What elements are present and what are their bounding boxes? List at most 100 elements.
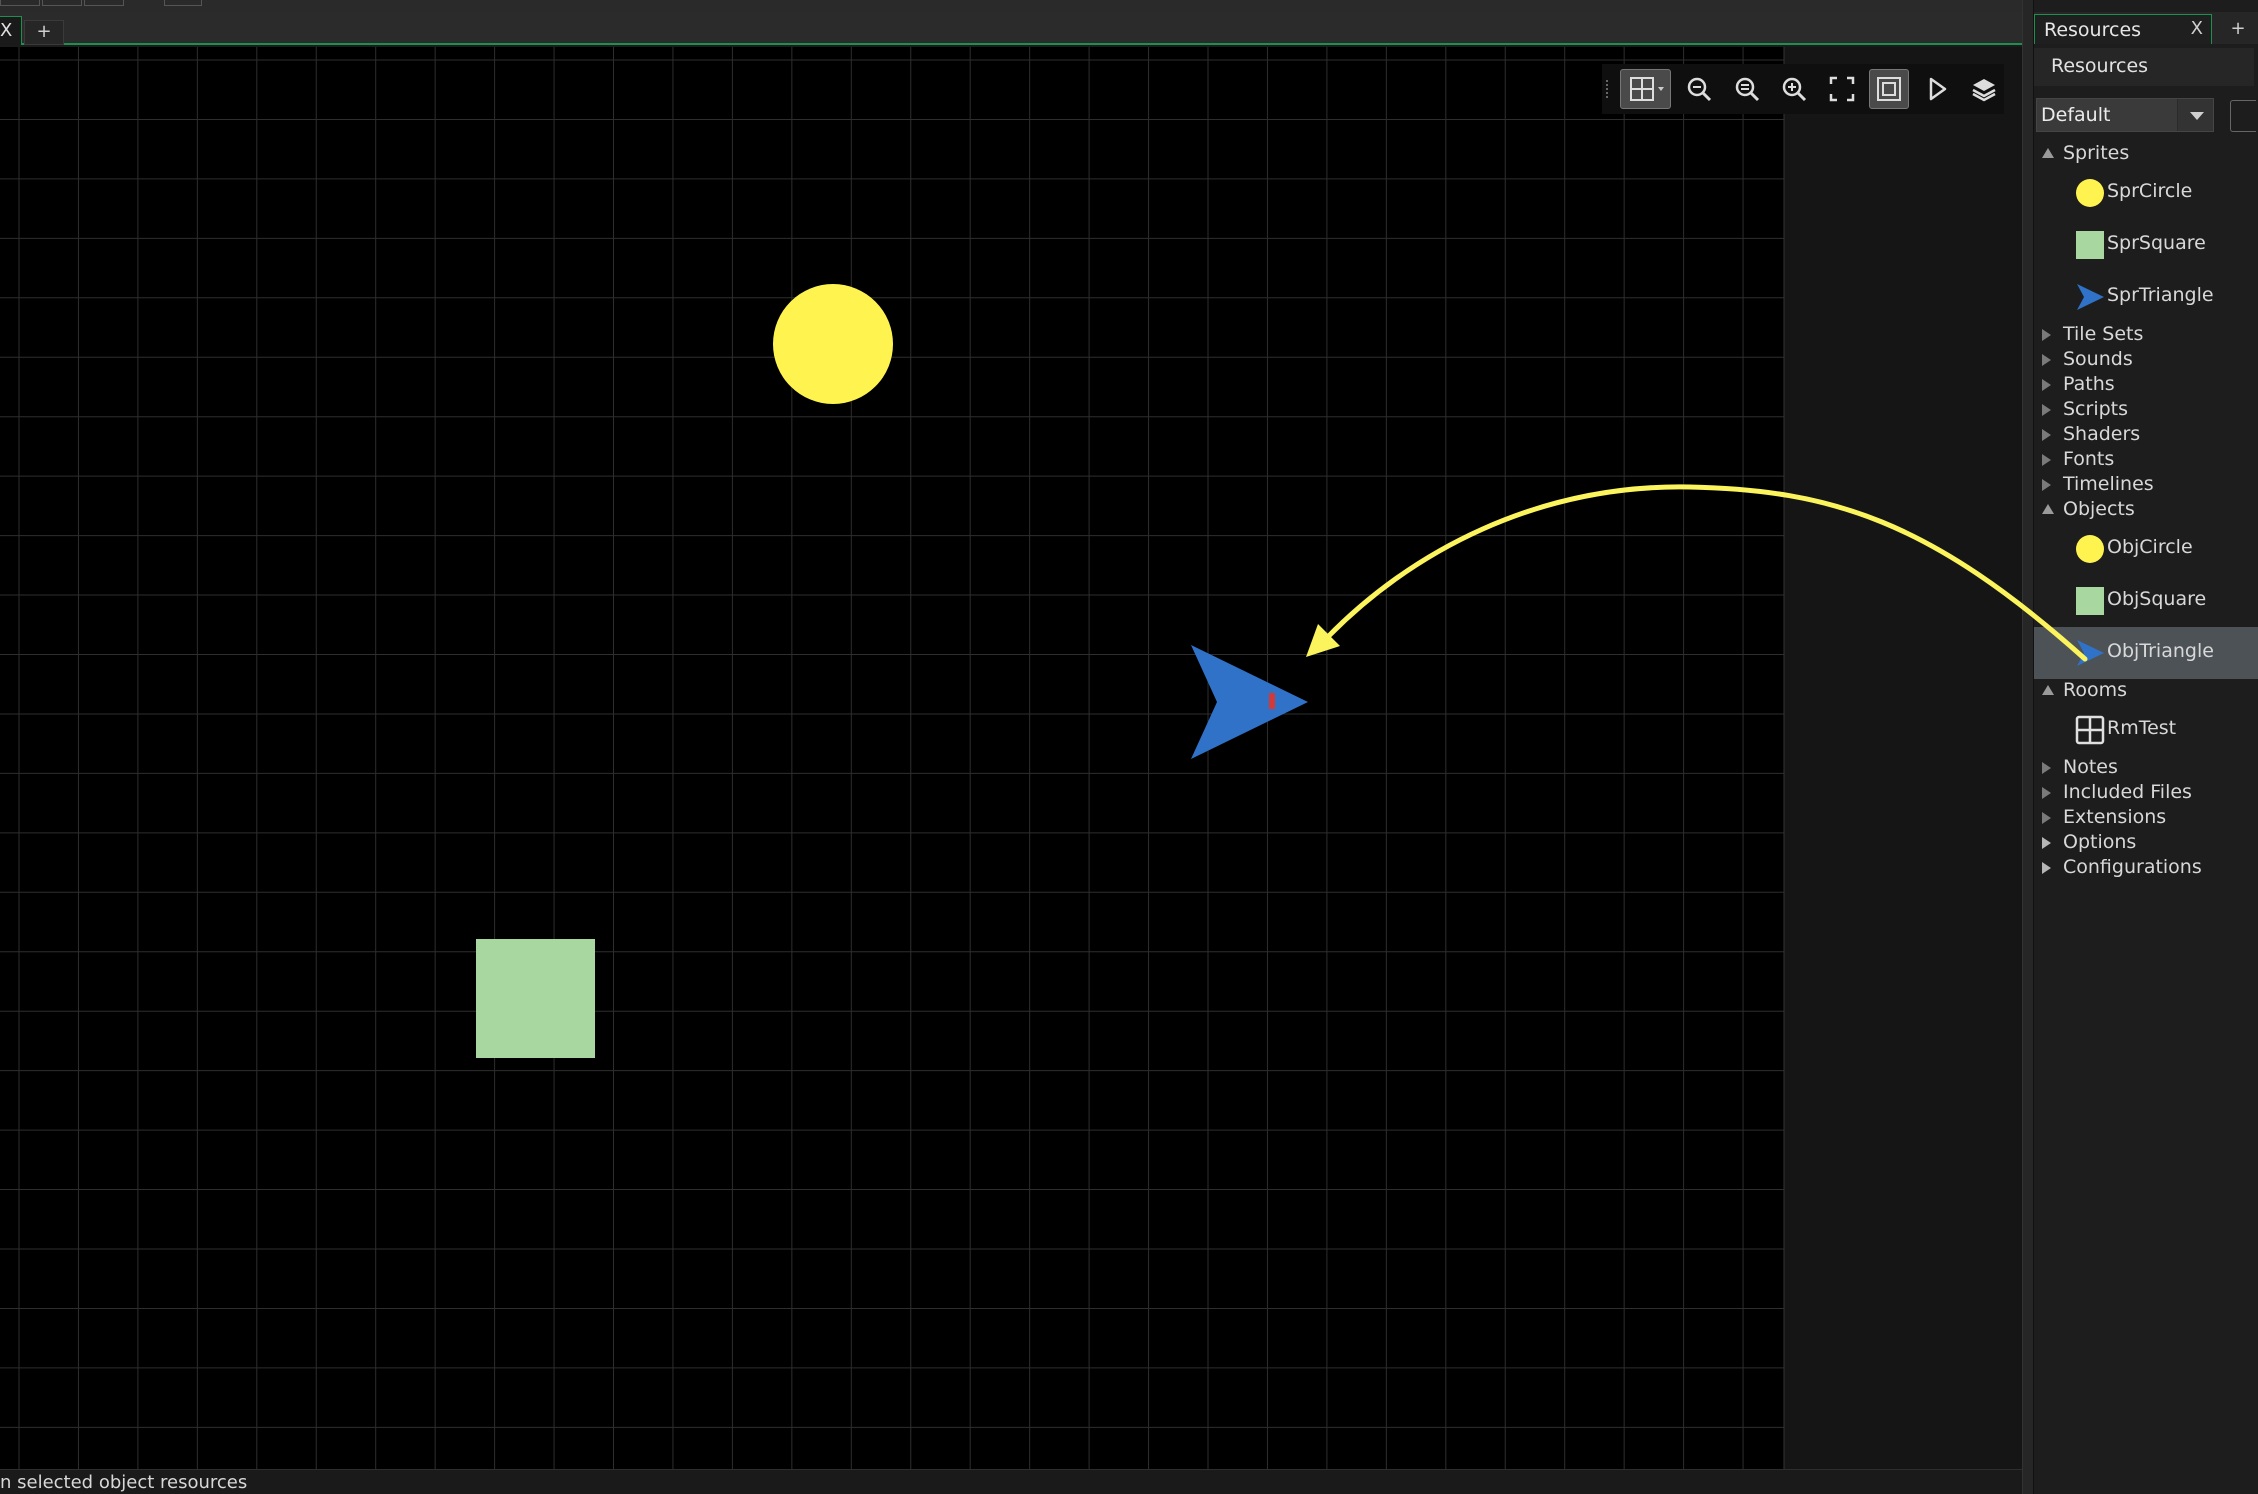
- tree-group-fonts[interactable]: Fonts: [2034, 448, 2258, 473]
- add-tab-button[interactable]: +: [2220, 18, 2256, 44]
- instance-square[interactable]: [476, 939, 595, 1058]
- chevron-down-icon[interactable]: [1657, 87, 1664, 91]
- grid-icon: [1629, 77, 1654, 101]
- collapsed-arrow-icon[interactable]: [2042, 787, 2051, 799]
- collapsed-arrow-icon[interactable]: [2042, 329, 2051, 341]
- close-icon[interactable]: X: [0, 20, 12, 41]
- chevron-down-icon[interactable]: [2177, 99, 2213, 131]
- top-control[interactable]: [0, 0, 40, 6]
- tree-label: Objects: [2063, 498, 2135, 520]
- collapsed-arrow-icon[interactable]: [2042, 429, 2051, 441]
- tree-group-options[interactable]: Options: [2034, 831, 2258, 856]
- tree-label: ObjTriangle: [2107, 640, 2214, 662]
- tree-group-tile-sets[interactable]: Tile Sets: [2034, 323, 2258, 348]
- room-icon: [2075, 715, 2105, 745]
- close-icon[interactable]: X: [2191, 18, 2203, 39]
- resources-tab-label: Resources: [2044, 19, 2142, 41]
- instance-circle[interactable]: [773, 284, 893, 404]
- collapsed-arrow-icon[interactable]: [2042, 762, 2051, 774]
- run-button[interactable]: [1917, 69, 1957, 109]
- status-bar: n selected object resources: [0, 1469, 2022, 1494]
- tree-group-rooms[interactable]: Rooms: [2034, 679, 2258, 704]
- configuration-dropdown[interactable]: Default: [2036, 98, 2214, 132]
- tree-item-sprtriangle[interactable]: SprTriangle: [2034, 271, 2258, 323]
- room-canvas-svg[interactable]: [0, 47, 2022, 1469]
- zoom-in-icon: [1782, 77, 1807, 102]
- resources-header: Resources: [2034, 48, 2254, 86]
- expanded-arrow-icon[interactable]: [2042, 148, 2054, 158]
- resources-tab[interactable]: Resources X: [2034, 14, 2212, 44]
- circle-icon: [2076, 535, 2104, 563]
- tree-label: Notes: [2063, 756, 2118, 778]
- toolbar-grip[interactable]: [1606, 80, 1610, 98]
- tree-group-shaders[interactable]: Shaders: [2034, 423, 2258, 448]
- tree-group-notes[interactable]: Notes: [2034, 756, 2258, 781]
- add-tab-button[interactable]: +: [24, 20, 64, 45]
- tree-group-included-files[interactable]: Included Files: [2034, 781, 2258, 806]
- collapsed-arrow-icon[interactable]: [2042, 837, 2051, 849]
- room-area[interactable]: [0, 47, 1784, 1469]
- fit-view-button[interactable]: [1822, 69, 1862, 109]
- room-canvas[interactable]: [0, 47, 2022, 1469]
- tree-item-objcircle[interactable]: ObjCircle: [2034, 523, 2258, 575]
- resources-panel: Resources X + Resources Default Sprites S…: [2034, 0, 2258, 1494]
- tree-item-objsquare[interactable]: ObjSquare: [2034, 575, 2258, 627]
- expanded-arrow-icon[interactable]: [2042, 685, 2054, 695]
- grid-toggle-button[interactable]: [1619, 69, 1672, 109]
- collapsed-arrow-icon[interactable]: [2042, 454, 2051, 466]
- layers-button[interactable]: [1964, 69, 2004, 109]
- triangle-icon: [2077, 640, 2104, 666]
- view-bounds-button[interactable]: [1869, 69, 1909, 109]
- zoom-in-button[interactable]: [1774, 69, 1814, 109]
- tree-group-paths[interactable]: Paths: [2034, 373, 2258, 398]
- collapsed-arrow-icon[interactable]: [2042, 379, 2051, 391]
- tree-group-extensions[interactable]: Extensions: [2034, 806, 2258, 831]
- tree-label: Fonts: [2063, 448, 2115, 470]
- square-icon: [2076, 587, 2104, 615]
- tree-label: Extensions: [2063, 806, 2167, 828]
- fullscreen-icon: [1829, 76, 1854, 102]
- tree-group-sounds[interactable]: Sounds: [2034, 348, 2258, 373]
- collapsed-arrow-icon[interactable]: [2042, 812, 2051, 824]
- top-strip: [0, 0, 2026, 12]
- tree-label: Configurations: [2063, 856, 2202, 878]
- tree-label: Paths: [2063, 373, 2115, 395]
- instance-origin-marker: [1269, 693, 1275, 709]
- collapsed-arrow-icon[interactable]: [2042, 479, 2051, 491]
- tree-item-sprcircle[interactable]: SprCircle: [2034, 167, 2258, 219]
- tree-label: Sprites: [2063, 142, 2130, 164]
- configuration-dropdown-value: Default: [2041, 104, 2111, 126]
- top-control[interactable]: [164, 0, 202, 6]
- tree-label: Tile Sets: [2063, 323, 2144, 345]
- tree-label: Included Files: [2063, 781, 2192, 803]
- collapsed-arrow-icon[interactable]: [2042, 354, 2051, 366]
- frame-icon: [1877, 77, 1902, 101]
- panel-menu-button[interactable]: [2230, 100, 2256, 132]
- tree-item-rmtest[interactable]: RmTest: [2034, 704, 2258, 756]
- top-control[interactable]: [84, 0, 124, 6]
- tree-item-objtriangle[interactable]: ObjTriangle: [2034, 627, 2258, 679]
- tree-label: ObjCircle: [2107, 536, 2193, 558]
- view-toolbar: [1602, 64, 2004, 114]
- tree-group-configurations[interactable]: Configurations: [2034, 856, 2258, 881]
- collapsed-arrow-icon[interactable]: [2042, 862, 2051, 874]
- room-tab[interactable]: X: [0, 16, 22, 45]
- triangle-icon: [2077, 284, 2104, 310]
- collapsed-arrow-icon[interactable]: [2042, 404, 2051, 416]
- tree-item-sprsquare[interactable]: SprSquare: [2034, 219, 2258, 271]
- room-editor-window: X + Resources X + Resources Default Spri…: [0, 0, 2258, 1494]
- zoom-reset-button[interactable]: [1727, 69, 1767, 109]
- expanded-arrow-icon[interactable]: [2042, 504, 2054, 514]
- room-tab-bar: X +: [0, 12, 2026, 45]
- top-control[interactable]: [42, 0, 82, 6]
- tree-group-sprites[interactable]: Sprites: [2034, 142, 2258, 167]
- tree-label: Scripts: [2063, 398, 2129, 420]
- panel-splitter[interactable]: [2022, 0, 2034, 1494]
- tree-group-objects[interactable]: Objects: [2034, 498, 2258, 523]
- tree-label: Sounds: [2063, 348, 2133, 370]
- tree-group-timelines[interactable]: Timelines: [2034, 473, 2258, 498]
- tree-group-scripts[interactable]: Scripts: [2034, 398, 2258, 423]
- tree-label: Options: [2063, 831, 2137, 853]
- zoom-out-button[interactable]: [1679, 69, 1719, 109]
- tree-label: Shaders: [2063, 423, 2141, 445]
